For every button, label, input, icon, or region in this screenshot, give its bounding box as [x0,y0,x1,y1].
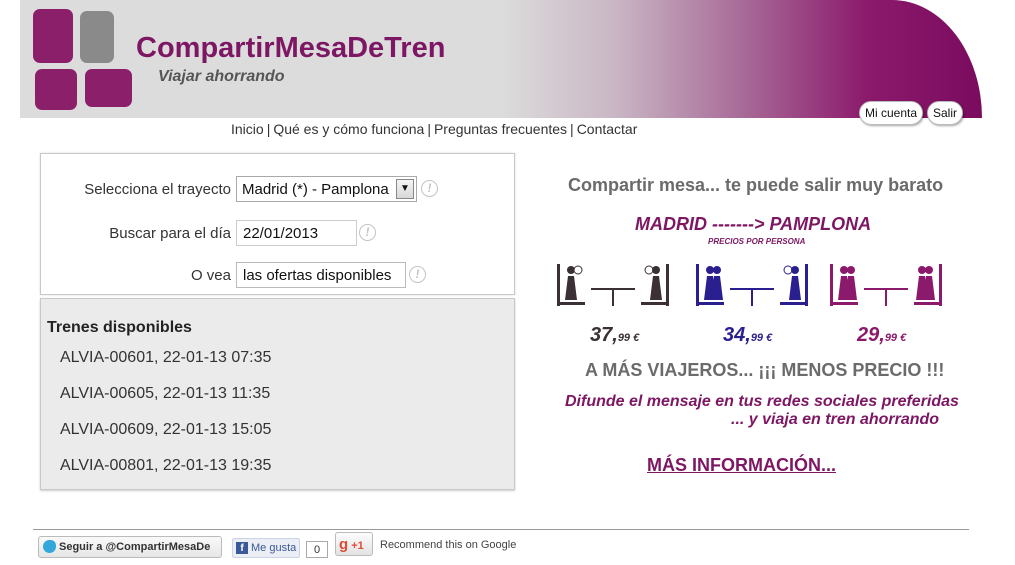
offers-row: O vea las ofertas disponibles ! [41,262,516,290]
site-header: CompartirMesaDeTren Viajar ahorrando [20,0,982,118]
promo-banner: Compartir mesa... te puede salir muy bar… [540,160,980,490]
main-nav: Inicio | Qué es y cómo funciona | Preguntas … [231,121,637,137]
facebook-icon: f [236,542,248,554]
nav-link-inicio[interactable]: Inicio [231,121,264,137]
recommend-google-text: Recommend this on Google [380,539,517,551]
train-item[interactable]: ALVIA-00609, 22-01-13 15:05 [60,421,271,439]
trains-title: Trenes disponibles [47,319,192,336]
offers-button[interactable]: las ofertas disponibles [236,262,406,288]
promo-headline: Compartir mesa... te puede salir muy bar… [568,175,944,195]
google-plus-label: +1 [351,540,364,552]
price-main: 29, [857,324,885,346]
date-input[interactable]: 22/01/2013 [236,220,357,246]
promo-slogan: A MÁS VIAJEROS... ¡¡¡ MENOS PRECIO !!! [585,360,945,380]
route-select-value: Madrid (*) - Pamplona [242,181,389,198]
promo-spread-line-1: Difunde el mensaje en tus redes sociales… [565,393,959,410]
logout-button[interactable]: Salir [927,101,964,125]
date-label: Buscar para el día [109,225,231,242]
nav-separator: | [266,121,271,137]
facebook-like-count: 0 [306,541,328,558]
nav-link-que-es[interactable]: Qué es y cómo funciona [273,121,424,137]
site-title[interactable]: CompartirMesaDeTren [136,32,445,65]
route-row: Selecciona el trayecto Madrid (*) - Pamp… [41,176,516,204]
google-plus-icon: g [339,536,349,553]
date-row: Buscar para el día 22/01/2013 ! [41,220,516,248]
price-cents: 99 € [884,332,907,344]
logo-square-2 [80,11,114,63]
trains-panel: Trenes disponibles ALVIA-00601, 22-01-13… [40,298,515,490]
train-item[interactable]: ALVIA-00801, 22-01-13 19:35 [60,457,271,475]
chevron-down-icon[interactable]: ▼ [396,179,414,199]
logo-square-3 [35,69,77,110]
train-item[interactable]: ALVIA-00605, 22-01-13 11:35 [60,385,270,403]
price-3-travelers: 34,99 € [723,324,772,347]
footer-divider [33,529,969,530]
table-2-travelers-icon [557,264,669,306]
per-person-note: PRECIOS POR PERSONA [708,237,806,246]
google-plus-one-button[interactable]: g +1 [335,532,373,556]
twitter-follow-label: Seguir a @CompartirMesaDe [59,541,211,553]
nav-separator: | [570,121,574,137]
logo-square-4 [85,69,132,107]
site-slogan: Viajar ahorrando [158,68,285,85]
help-icon[interactable]: ! [359,224,376,241]
logo-square-1 [33,9,73,63]
price-2-travelers: 37,99 € [590,324,639,347]
my-account-button[interactable]: Mi cuenta [859,101,924,125]
twitter-follow-button[interactable]: Seguir a @CompartirMesaDe [38,536,222,558]
search-form: Selecciona el trayecto Madrid (*) - Pamp… [40,153,515,295]
facebook-like-button[interactable]: f Me gusta [232,538,300,558]
train-item[interactable]: ALVIA-00601, 22-01-13 07:35 [60,349,271,367]
price-cents: 99 € [617,332,640,344]
nav-link-preguntas[interactable]: Preguntas frecuentes [434,121,567,137]
nav-link-contactar[interactable]: Contactar [577,121,638,137]
table-4-travelers-icon [830,264,942,306]
table-3-travelers-icon [696,264,808,306]
price-cents: 99 € [750,332,773,344]
nav-separator: | [427,121,431,137]
promo-spread-line-2: ... y viaja en tren ahorrando [731,411,940,428]
price-main: 37, [590,324,618,346]
promo-route: MADRID -------> PAMPLONA [635,214,872,234]
more-info-link[interactable]: MÁS INFORMACIÓN... [647,455,836,476]
offers-label: O vea [190,267,231,284]
help-icon[interactable]: ! [421,180,438,197]
facebook-like-label: Me gusta [251,542,297,554]
price-main: 34, [723,324,751,346]
help-icon[interactable]: ! [409,266,426,283]
route-select[interactable]: Madrid (*) - Pamplona ▼ [236,176,417,202]
twitter-bird-icon [43,540,56,553]
route-label: Selecciona el trayecto [84,181,231,198]
price-4-travelers: 29,99 € [857,324,906,347]
